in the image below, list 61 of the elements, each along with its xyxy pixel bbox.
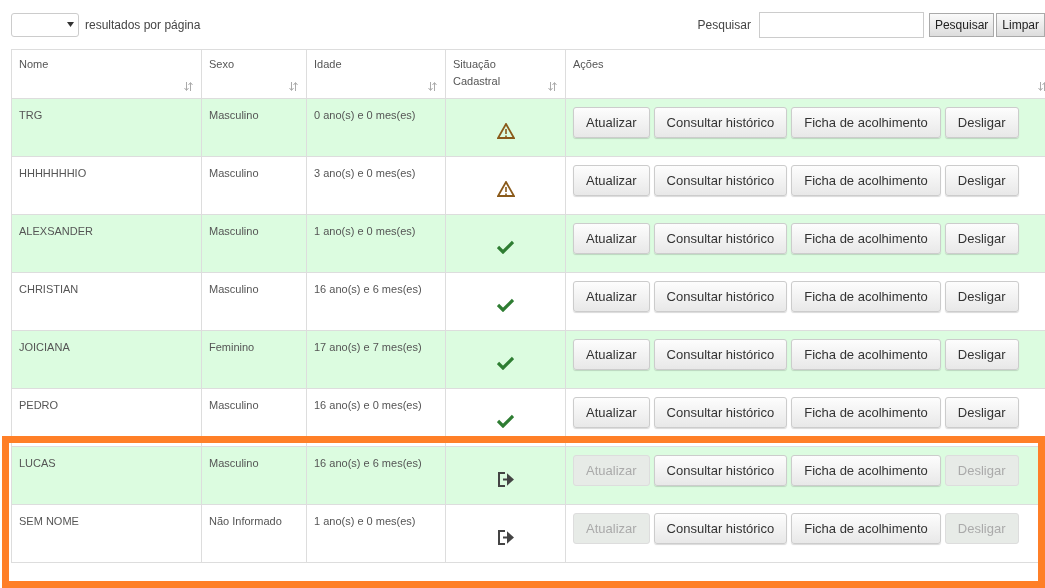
search-label: Pesquisar	[697, 17, 751, 32]
table-cell: Não Informado	[201, 504, 307, 563]
action-button[interactable]: Desligar	[944, 397, 1019, 428]
table-cell: Masculino	[201, 272, 307, 331]
table-cell: Masculino	[201, 156, 307, 215]
action-button[interactable]: Ficha de acolhimento	[791, 107, 941, 138]
column-header[interactable]: Nome	[11, 49, 202, 99]
table-cell: Masculino	[201, 446, 307, 505]
table-cell: 16 ano(s) e 6 mes(es)	[306, 446, 446, 505]
page-size-label: resultados por página	[85, 17, 201, 32]
action-button[interactable]: Consultar histórico	[653, 339, 788, 370]
search-field[interactable]	[758, 11, 924, 38]
action-button[interactable]: Desligar	[944, 223, 1019, 254]
table-cell: Masculino	[201, 214, 307, 273]
table-cell: 16 ano(s) e 6 mes(es)	[306, 272, 446, 331]
table-cell: JOICIANA	[11, 330, 202, 389]
action-button[interactable]: Ficha de acolhimento	[791, 397, 941, 428]
action-button[interactable]: Consultar histórico	[653, 513, 788, 544]
table-cell: 0 ano(s) e 0 mes(es)	[306, 98, 446, 157]
page-size-select[interactable]	[11, 12, 79, 37]
action-button[interactable]: Ficha de acolhimento	[791, 281, 941, 312]
table-cell: ALEXSANDER	[11, 214, 202, 273]
action-button[interactable]: Ficha de acolhimento	[791, 223, 941, 254]
action-button[interactable]: Consultar histórico	[653, 223, 788, 254]
action-button[interactable]: Ficha de acolhimento	[791, 339, 941, 370]
action-button[interactable]: Consultar histórico	[653, 165, 788, 196]
action-button[interactable]: Desligar	[944, 281, 1019, 312]
column-header[interactable]: Situação Cadastral	[445, 49, 566, 99]
table-cell: LUCAS	[11, 446, 202, 505]
table-cell: 1 ano(s) e 0 mes(es)	[306, 214, 446, 273]
action-button[interactable]: Consultar histórico	[653, 107, 788, 138]
action-button[interactable]: Ficha de acolhimento	[791, 455, 941, 486]
action-button[interactable]: Consultar histórico	[653, 397, 788, 428]
table-cell: Feminino	[201, 330, 307, 389]
table-cell: HHHHHHHIO	[11, 156, 202, 215]
action-button[interactable]: Desligar	[944, 165, 1019, 196]
table-cell: 17 ano(s) e 7 mes(es)	[306, 330, 446, 389]
action-button[interactable]: Atualizar	[573, 397, 650, 428]
action-button[interactable]: Atualizar	[573, 339, 650, 370]
action-button[interactable]: Ficha de acolhimento	[791, 165, 941, 196]
dropdown-caret-icon	[67, 22, 74, 27]
table-cell: TRG	[11, 98, 202, 157]
action-button[interactable]: Desligar	[944, 339, 1019, 370]
action-button[interactable]: Ficha de acolhimento	[791, 513, 941, 544]
table-cell: SEM NOME	[11, 504, 202, 563]
action-button[interactable]: Atualizar	[573, 281, 650, 312]
search-button[interactable]: Pesquisar	[928, 12, 995, 37]
table-cell: CHRISTIAN	[11, 272, 202, 331]
action-button[interactable]: Desligar	[944, 107, 1019, 138]
table-cell: 3 ano(s) e 0 mes(es)	[306, 156, 446, 215]
search-button[interactable]: Limpar	[996, 12, 1045, 37]
action-button[interactable]: Consultar histórico	[653, 281, 788, 312]
action-button[interactable]: Consultar histórico	[653, 455, 788, 486]
column-header[interactable]: Sexo	[201, 49, 307, 99]
action-button[interactable]: Atualizar	[573, 223, 650, 254]
column-header[interactable]: Ações	[565, 49, 1045, 99]
table-cell: Masculino	[201, 98, 307, 157]
column-header[interactable]: Idade	[306, 49, 446, 99]
action-button[interactable]: Atualizar	[573, 107, 650, 138]
table-cell: 1 ano(s) e 0 mes(es)	[306, 504, 446, 563]
action-button[interactable]: Atualizar	[573, 165, 650, 196]
